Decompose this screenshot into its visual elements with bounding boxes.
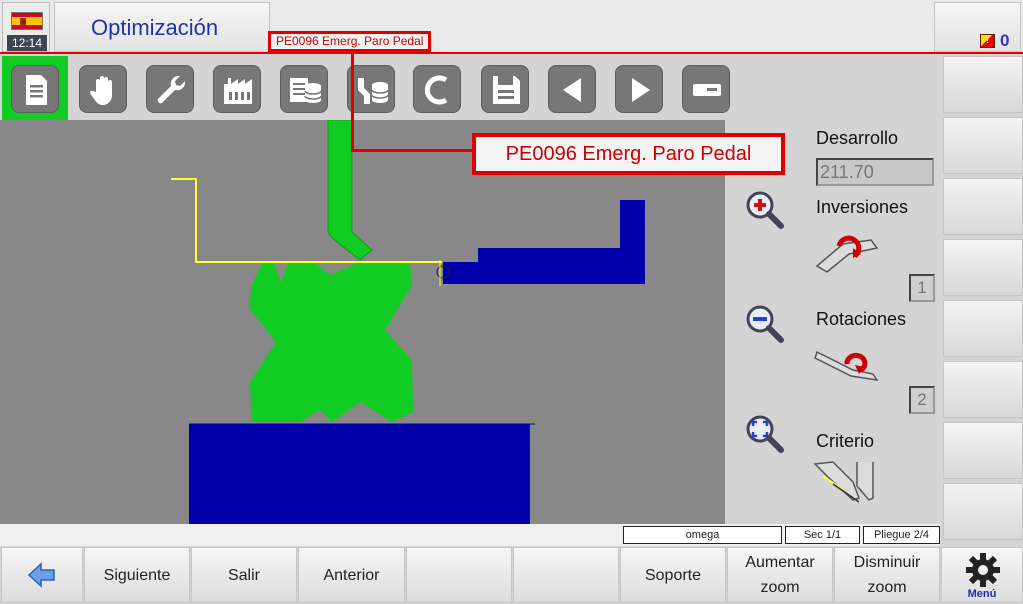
app-window: 12:14 Optimización PE0096 Emerg. Paro Pe…	[0, 0, 1023, 604]
inversiones-label: Inversiones	[816, 197, 909, 217]
right-softkey-8[interactable]	[943, 483, 1023, 540]
minus-button[interactable]	[682, 65, 730, 113]
factory-icon	[224, 78, 252, 104]
wrench-icon	[157, 75, 186, 104]
right-softkey-7[interactable]	[943, 422, 1023, 479]
inversion-diagram-icon	[815, 235, 879, 273]
gear-icon	[966, 553, 1000, 587]
zoom-fit-icon[interactable]	[743, 412, 785, 454]
right-softkey-4[interactable]	[943, 239, 1023, 296]
bend-status: Pliegue 2/4	[863, 526, 940, 544]
toolbar-selected-highlight	[2, 56, 68, 120]
bend-simulation-canvas[interactable]	[0, 120, 725, 524]
spain-flag-icon[interactable]	[11, 12, 43, 30]
alarm-popup-message[interactable]: PE0096 Emerg. Paro Pedal	[472, 133, 785, 175]
lower-die	[189, 424, 530, 524]
empty-softkey-2[interactable]	[513, 547, 619, 603]
right-softkey-1[interactable]	[943, 56, 1023, 113]
siguiente-button[interactable]: Siguiente	[84, 547, 190, 603]
desarrollo-field: 211.70	[816, 158, 934, 186]
database-list-icon	[290, 78, 322, 103]
blue-part-right	[443, 200, 645, 284]
empty-softkey-1[interactable]	[406, 547, 512, 603]
minus-icon	[693, 84, 721, 96]
save-icon	[493, 76, 520, 104]
clock: 12:14	[7, 35, 47, 51]
soporte-button[interactable]: Soporte	[620, 547, 726, 603]
right-softkey-2[interactable]	[943, 117, 1023, 174]
language-clock-box[interactable]: 12:14	[2, 2, 50, 52]
menu-button[interactable]: Menú	[941, 547, 1023, 603]
previous-button[interactable]	[548, 65, 596, 113]
criterio-diagram-icon	[813, 461, 874, 503]
info-panel: Desarrollo 211.70 Inversiones 1 Rotacion…	[725, 120, 940, 524]
rotaciones-value: 2	[909, 386, 935, 414]
back-button[interactable]	[1, 547, 83, 603]
inversiones-value: 1	[909, 274, 935, 302]
right-softkey-3[interactable]	[943, 178, 1023, 235]
salir-button[interactable]: Salir	[191, 547, 297, 603]
database-list-button[interactable]	[280, 65, 328, 113]
bend-drawing	[171, 120, 645, 524]
right-softkey-5[interactable]	[943, 300, 1023, 357]
rotaciones-label: Rotaciones	[816, 309, 907, 329]
criterio-label: Criterio	[816, 431, 875, 451]
wrench-button[interactable]	[146, 65, 194, 113]
header-bar: 12:14 Optimización PE0096 Emerg. Paro Pe…	[0, 0, 1023, 54]
alarm-icon[interactable]: !	[980, 34, 995, 48]
page-title: Optimización	[91, 15, 219, 40]
document-button[interactable]	[11, 65, 59, 113]
bottom-softkey-bar: Siguiente Salir Anterior Soporte Aumenta…	[0, 546, 1023, 604]
alarm-count: 0	[1000, 31, 1010, 50]
flag-emblem	[20, 18, 26, 25]
sheet-metal	[171, 178, 442, 263]
desarrollo-label: Desarrollo	[816, 128, 899, 148]
hand-button[interactable]	[79, 65, 127, 113]
menu-label: Menú	[967, 588, 997, 600]
arrow-left-icon	[27, 562, 55, 588]
right-softkey-6[interactable]	[943, 361, 1023, 418]
profile-name-status: omega	[623, 526, 782, 544]
section-status: Sec 1/1	[785, 526, 860, 544]
title-box: Optimización	[54, 2, 270, 52]
disminuir-zoom-button[interactable]: Disminuir zoom	[834, 547, 940, 603]
document-icon	[26, 75, 47, 105]
zoom-in-icon[interactable]	[743, 188, 785, 230]
alarm-connector-line	[351, 51, 476, 152]
zoom-out-icon[interactable]	[743, 302, 785, 344]
save-button[interactable]	[481, 65, 529, 113]
factory-button[interactable]	[213, 65, 261, 113]
hand-icon	[89, 76, 112, 105]
aumentar-zoom-button[interactable]: Aumentar zoom	[727, 547, 833, 603]
lower-green-tool	[249, 263, 413, 422]
arrow-right-icon	[632, 78, 650, 102]
status-strip: omega Sec 1/1 Pliegue 2/4	[0, 524, 940, 546]
arrow-left-icon	[563, 78, 581, 102]
next-button[interactable]	[615, 65, 663, 113]
anterior-button[interactable]: Anterior	[298, 547, 405, 603]
right-softkey-column	[940, 54, 1023, 544]
rotation-diagram-icon	[814, 350, 879, 382]
header-alarm-message[interactable]: PE0096 Emerg. Paro Pedal	[268, 31, 432, 52]
